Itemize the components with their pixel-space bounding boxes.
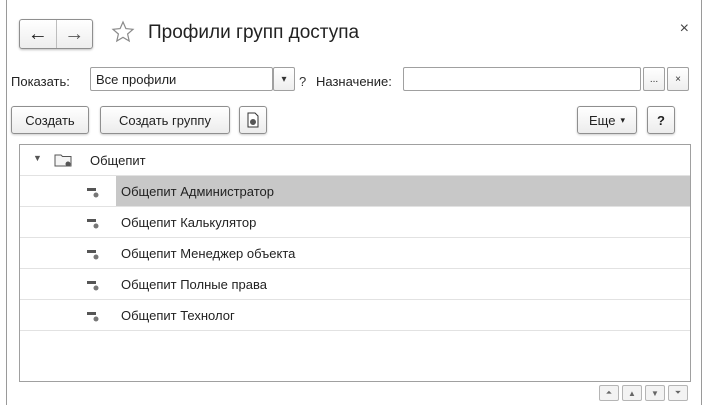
profile-item-icon [87, 219, 99, 229]
ellipsis-icon: ... [649, 73, 659, 85]
more-label: Еще [589, 112, 616, 128]
purpose-label: Назначение: [316, 74, 392, 89]
group-label: Общепит [90, 153, 146, 168]
list-item[interactable]: Общепит Калькулятор [20, 207, 690, 238]
navigation-buttons: ← → [19, 19, 93, 49]
profile-item-icon [87, 312, 99, 322]
list-item[interactable]: Общепит Полные права [20, 269, 690, 300]
list-item[interactable]: Общепит Менеджер объекта [20, 238, 690, 269]
empty-row [20, 331, 690, 362]
page-title: Профили групп доступа [148, 22, 360, 43]
command-bar: Создать Создать группу Еще ▾ ? [7, 106, 701, 136]
purpose-field[interactable] [403, 67, 641, 91]
item-label: Общепит Полные права [121, 277, 267, 292]
profile-item-icon [87, 250, 99, 260]
list-group-row[interactable]: ▼ Общепит [20, 145, 690, 176]
page-down-icon[interactable]: ▼ [645, 385, 665, 401]
list-item[interactable]: Общепит Технолог [20, 300, 690, 331]
title-bar: ← → Профили групп доступа × [7, 0, 701, 66]
more-button[interactable]: Еще ▾ [577, 106, 637, 134]
list-item[interactable]: Общепит Администратор [20, 176, 690, 207]
filter-bar: Показать: Все профили ▾ ? Назначение: ..… [7, 66, 701, 96]
back-button[interactable]: ← [20, 20, 57, 48]
help-button[interactable]: ? [647, 106, 675, 134]
item-label: Общепит Калькулятор [121, 215, 257, 230]
page-up-icon[interactable]: ▲ [622, 385, 642, 401]
first-page-icon[interactable]: ⏶ [599, 385, 619, 401]
profile-item-icon [87, 281, 99, 291]
create-button[interactable]: Создать [11, 106, 89, 134]
help-icon[interactable]: ? [299, 74, 306, 89]
forward-button[interactable]: → [57, 20, 93, 48]
star-icon[interactable] [111, 20, 135, 44]
expand-arrow-icon[interactable]: ▼ [33, 153, 42, 163]
close-icon: × [675, 73, 681, 85]
profile-item-icon [87, 188, 99, 198]
purpose-select-button[interactable]: ... [643, 67, 665, 91]
create-group-button[interactable]: Создать группу [100, 106, 230, 134]
chevron-down-icon: ▾ [620, 114, 625, 125]
folder-icon [54, 154, 72, 167]
chevron-down-icon: ▾ [281, 73, 287, 85]
item-label: Общепит Менеджер объекта [121, 246, 296, 261]
copy-document-icon [247, 112, 259, 128]
item-label: Общепит Технолог [121, 308, 235, 323]
profiles-list[interactable]: ▼ Общепит Общепит Администратор Общепит … [19, 144, 691, 401]
copy-button[interactable] [239, 106, 267, 134]
show-select[interactable]: Все профили [90, 67, 273, 91]
show-label: Показать: [11, 74, 70, 89]
last-page-icon[interactable]: ⏷ [668, 385, 688, 401]
show-dropdown-button[interactable]: ▾ [273, 67, 295, 91]
purpose-clear-button[interactable]: × [667, 67, 689, 91]
arrow-left-icon: ← [27, 23, 48, 45]
list-navigation: ⏶ ▲ ▼ ⏷ [599, 385, 688, 401]
form-window: ← → Профили групп доступа × Показать: Вс… [6, 0, 702, 405]
arrow-right-icon: → [64, 23, 85, 45]
item-label: Общепит Администратор [121, 184, 274, 199]
close-button[interactable]: × [680, 20, 689, 38]
